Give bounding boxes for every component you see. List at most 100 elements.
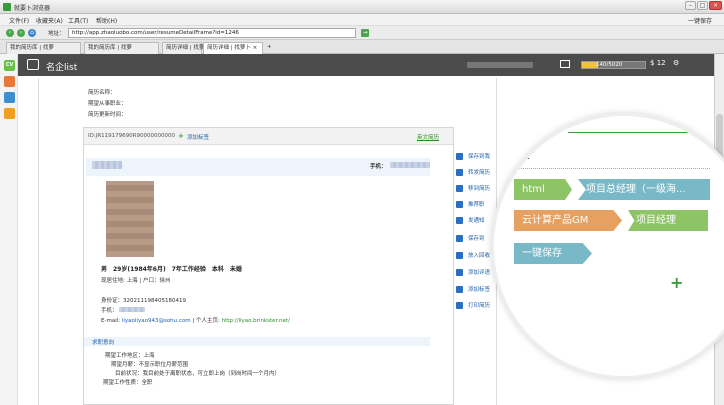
home-icon[interactable]: ⌂ bbox=[28, 29, 36, 37]
action-recommend[interactable]: 推荐职 bbox=[456, 200, 485, 208]
action-print[interactable]: 打印简历 bbox=[456, 301, 490, 309]
tab-resume-detail-1[interactable]: 简历详细 | 找萝 bbox=[162, 42, 205, 54]
action-add-tag[interactable]: 添加标签 bbox=[456, 285, 490, 293]
score-bar: 140/5020 bbox=[581, 61, 646, 69]
cloud-icon[interactable] bbox=[4, 76, 15, 87]
comment-icon bbox=[456, 269, 463, 276]
print-icon bbox=[456, 302, 463, 309]
intent-status: 目前状况：我目前处于离职状态，可立即上岗（到岗时间一个月内） bbox=[115, 371, 281, 377]
candidate-name-blurred bbox=[92, 161, 122, 169]
username-blurred bbox=[467, 62, 533, 68]
add-tag-link[interactable]: 添加标签 bbox=[187, 133, 209, 141]
title-bar: 就要卜浏览器 – □ × bbox=[0, 0, 724, 14]
tab-resume-library-1[interactable]: 我的简历库 | 找萝 bbox=[6, 42, 81, 54]
tab-label: 简历详细 | 找萝卜 bbox=[207, 45, 251, 51]
menu-help[interactable]: 帮助(H) bbox=[96, 16, 117, 25]
recycle-icon bbox=[456, 252, 463, 259]
address-label: 地址： bbox=[48, 31, 65, 37]
card-icon bbox=[27, 59, 39, 70]
notify-icon bbox=[456, 217, 463, 224]
menu-favorites[interactable]: 收藏夹(A) bbox=[36, 16, 63, 25]
magnifier-divider bbox=[510, 168, 710, 169]
residence-line: 现居住地: 上海 | 户口：徐州 bbox=[101, 278, 171, 284]
score-text: 140/5020 bbox=[596, 62, 623, 68]
app-icon bbox=[3, 3, 11, 11]
resume-name-label: 简历名称： bbox=[88, 90, 116, 96]
go-icon[interactable]: → bbox=[361, 29, 369, 37]
add-tag-icon[interactable]: + bbox=[178, 132, 184, 140]
address-bar: ‹ › ⌂ 地址： http://app.zhaoluobo.com/user/… bbox=[0, 26, 724, 40]
action-comment[interactable]: 添加评语 bbox=[456, 268, 490, 276]
english-resume-link[interactable]: 英文简历 bbox=[417, 133, 439, 141]
summary-line: 男 29岁(1984年6月) 7年工作经验 本科 未婚 bbox=[101, 266, 242, 273]
action-move[interactable]: 移到简历 bbox=[456, 184, 490, 192]
phone-label: 手机： bbox=[370, 164, 387, 170]
idcard-line: 身份证：320211198405180419 bbox=[101, 298, 186, 304]
action-save[interactable]: 保存到我 bbox=[456, 152, 490, 160]
email-link[interactable]: liyaoliyao943@sohu.com bbox=[122, 318, 191, 324]
intent-title: 求职意向 bbox=[92, 340, 115, 346]
new-tab-button[interactable]: + bbox=[264, 42, 274, 54]
download-icon[interactable] bbox=[4, 108, 15, 119]
menu-file[interactable]: 文件(F) bbox=[9, 16, 29, 25]
action-save-to[interactable]: 保存到 bbox=[456, 234, 485, 242]
intent-section-header: 求职意向 bbox=[84, 337, 430, 346]
card-header: ID:JR119179690R90000000000 + 添加标签 英文简历 bbox=[84, 128, 453, 145]
phone-blurred bbox=[390, 162, 430, 168]
magnifier-top-line bbox=[568, 132, 708, 133]
menu-tools[interactable]: 工具(T) bbox=[68, 16, 88, 25]
back-icon[interactable]: ‹ bbox=[6, 29, 14, 37]
tab-label: 我的简历库 | 找萝 bbox=[88, 45, 132, 51]
tag-project-manager[interactable]: 项目经理 bbox=[628, 210, 708, 231]
tab-resume-detail-2[interactable]: 简历详细 | 找萝卜 × bbox=[203, 42, 263, 54]
settings-icon[interactable]: ⚙ bbox=[673, 59, 679, 67]
envelope-icon[interactable] bbox=[560, 60, 570, 68]
app-name: 名企list bbox=[46, 63, 78, 73]
save-icon bbox=[456, 153, 463, 160]
intent-salary: 期望月薪：不显示职位月薪范围 bbox=[111, 362, 189, 368]
address-input[interactable]: http://app.zhaoluobo.com/user/resumeDeta… bbox=[68, 28, 356, 38]
recommend-icon bbox=[456, 201, 463, 208]
one-click-save-tag[interactable]: 一键保存 bbox=[514, 243, 592, 264]
maximize-button[interactable]: □ bbox=[697, 1, 708, 10]
window-title: 就要卜浏览器 bbox=[14, 5, 51, 12]
tag-icon bbox=[456, 286, 463, 293]
email-line: E-mail: liyaoliyao943@sohu.com | 个人主页: h… bbox=[101, 316, 290, 324]
mobile-blurred bbox=[119, 307, 145, 312]
magnifier-heading: 签 bbox=[518, 147, 531, 161]
tab-resume-library-2[interactable]: 我的简历库 | 找萝 bbox=[84, 42, 159, 54]
candidate-photo bbox=[106, 181, 154, 257]
tab-bar: 我的简历库 | 找萝 我的简历库 | 找萝 简历详细 | 找萝 简历详细 | 找… bbox=[0, 40, 724, 54]
app-header: 名企list 140/5020 $ 12 ⚙ bbox=[18, 54, 714, 76]
action-forward[interactable]: 转发简历 bbox=[456, 168, 490, 176]
action-notify[interactable]: 发通知 bbox=[456, 216, 485, 224]
tab-label: 我的简历库 | 找萝 bbox=[10, 45, 54, 51]
homepage-link[interactable]: http://liyao.brinkster.net/ bbox=[222, 318, 290, 324]
updated-label: 简历更新时间： bbox=[88, 112, 127, 118]
tab-label: 简历详细 | 找萝 bbox=[166, 45, 205, 51]
resume-id: ID:JR119179690R90000000000 bbox=[88, 133, 175, 139]
coin-count: $ 12 bbox=[650, 59, 666, 67]
mail-icon[interactable] bbox=[4, 92, 15, 103]
tag-cloud-product-gm[interactable]: 云计算产品GM bbox=[514, 210, 622, 231]
magnifier-overlay: 签 html 项目总经理（一级海... 云计算产品GM 项目经理 一键保存 + bbox=[494, 116, 724, 376]
move-icon bbox=[456, 185, 463, 192]
cv-icon[interactable]: CV bbox=[4, 60, 15, 71]
minimize-button[interactable]: – bbox=[685, 1, 696, 10]
tag-project-director[interactable]: 项目总经理（一级海... bbox=[578, 179, 710, 200]
one-click-save-link[interactable]: 一键保存 bbox=[688, 16, 712, 25]
email-label: E-mail: bbox=[101, 318, 121, 324]
add-tag-plus-icon[interactable]: + bbox=[670, 273, 683, 292]
tag-html[interactable]: html bbox=[514, 179, 572, 200]
intent-type: 期望工作性质：全职 bbox=[103, 380, 153, 386]
intent-location: 期望工作地区：上海 bbox=[105, 353, 155, 359]
homepage-label: | 个人主页: bbox=[192, 318, 220, 324]
action-recycle[interactable]: 放入回收 bbox=[456, 251, 490, 259]
person-icon bbox=[456, 235, 463, 242]
close-button[interactable]: × bbox=[709, 1, 722, 10]
forward-mail-icon bbox=[456, 169, 463, 176]
menu-bar: 文件(F) 收藏夹(A) 工具(T) 帮助(H) 一键保存 bbox=[0, 14, 724, 26]
forward-icon[interactable]: › bbox=[17, 29, 25, 37]
mobile-label: 手机： bbox=[101, 308, 118, 314]
left-sidebar: CV bbox=[0, 54, 18, 405]
